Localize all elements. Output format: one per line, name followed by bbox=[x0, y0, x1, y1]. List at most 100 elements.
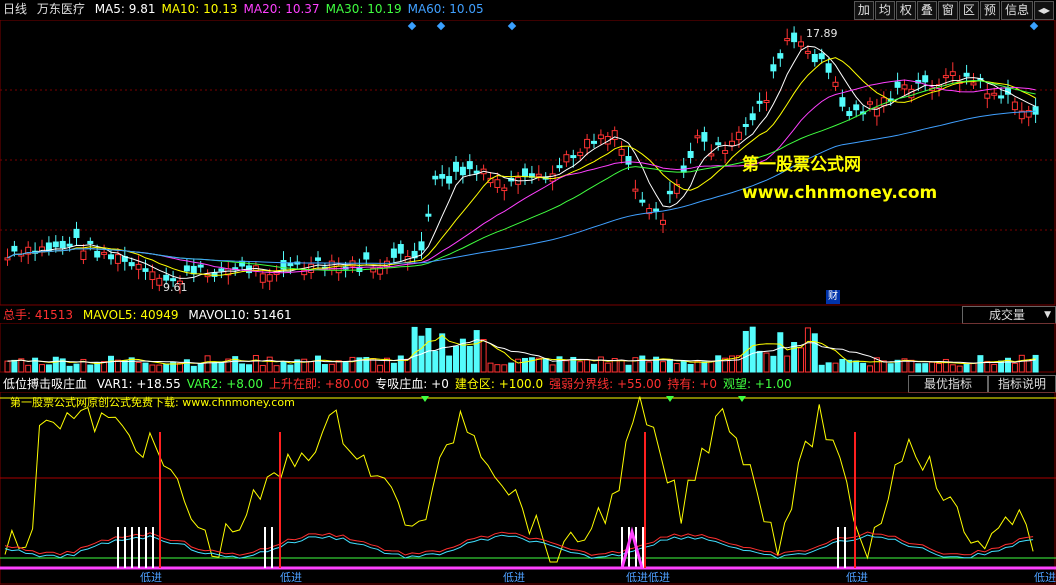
indicator-chart[interactable] bbox=[0, 392, 1056, 585]
candle-body bbox=[908, 88, 915, 99]
volume-bar bbox=[25, 364, 32, 373]
candle-body bbox=[839, 97, 846, 107]
candle-body bbox=[798, 41, 804, 47]
candle-body bbox=[963, 72, 970, 77]
ma-info-bar: 日线 万东医疗 MA5: 9.81 MA10: 10.13 MA20: 10.37 M… bbox=[3, 1, 496, 17]
indicator-value-4: 建仓区: +100.0 bbox=[454, 377, 544, 391]
volume-bar bbox=[646, 361, 653, 373]
volume-bar bbox=[618, 359, 625, 373]
volume-bar bbox=[66, 365, 73, 373]
volume-bar bbox=[45, 364, 52, 373]
peak-triangle-0 bbox=[421, 396, 429, 402]
candle-body bbox=[501, 187, 508, 192]
toolbar-button-adjust[interactable]: 加 bbox=[853, 1, 874, 20]
volume-bar bbox=[177, 362, 183, 373]
high-price-label: 17.89 bbox=[806, 27, 838, 40]
candle-body bbox=[922, 75, 929, 83]
candle-body bbox=[818, 53, 825, 60]
candle-body bbox=[653, 208, 660, 212]
candle-body bbox=[390, 248, 397, 258]
volume-bar bbox=[798, 347, 804, 373]
volume-bar bbox=[749, 326, 756, 373]
candle-body bbox=[128, 262, 135, 267]
volume-bar bbox=[135, 361, 142, 373]
volume-bar bbox=[121, 360, 128, 373]
indicator-panel-border bbox=[0, 392, 1056, 585]
candle-body bbox=[949, 71, 956, 76]
watermark-url: www.chnmoney.com bbox=[742, 183, 938, 203]
total-volume-value: 41513 bbox=[34, 308, 74, 322]
indicator-help-button[interactable]: 指标说明 bbox=[988, 375, 1056, 393]
toolbar-button-rights[interactable]: 权 bbox=[895, 1, 916, 20]
volume-bar bbox=[466, 345, 473, 373]
signal-diamond-2 bbox=[507, 21, 517, 31]
toolbar-button-arrows[interactable]: ◂▸ bbox=[1033, 1, 1054, 20]
indicator-value-5: 强弱分界线: +55.00 bbox=[549, 377, 662, 391]
candle-body bbox=[639, 199, 646, 203]
volume-bar bbox=[321, 364, 328, 373]
candle-body bbox=[266, 274, 273, 282]
candle-body bbox=[1032, 106, 1039, 115]
candle-body bbox=[804, 50, 811, 54]
stock-name: 万东医疗 bbox=[36, 2, 85, 16]
ma30-line bbox=[7, 79, 1036, 271]
volume-bar bbox=[183, 359, 190, 373]
candle-body bbox=[1011, 101, 1018, 111]
indicator-value-6: 持有: +0 bbox=[667, 377, 717, 391]
ma-value-0: MA5: 9.81 bbox=[94, 2, 156, 16]
candle-body bbox=[108, 254, 114, 260]
toolbar-button-info[interactable]: 信息 bbox=[1000, 1, 1033, 20]
candle-body bbox=[101, 251, 108, 255]
volume-indicator-select[interactable]: 成交量 ▼ bbox=[962, 306, 1056, 324]
candle-body bbox=[770, 64, 777, 72]
candle-body bbox=[556, 165, 563, 169]
volume-bar bbox=[501, 364, 508, 373]
volume-bar bbox=[163, 363, 170, 373]
candle-body bbox=[218, 268, 225, 272]
candle-body bbox=[73, 228, 80, 238]
volume-bar bbox=[680, 360, 687, 373]
volume-bar bbox=[259, 364, 266, 373]
candle-body bbox=[749, 113, 756, 121]
signal-diamond-0 bbox=[407, 21, 417, 31]
volume-bar bbox=[639, 355, 646, 373]
candle-body bbox=[87, 240, 94, 244]
period-label: 日线 bbox=[3, 2, 28, 16]
candle-body bbox=[984, 93, 991, 99]
candle-body bbox=[66, 243, 73, 247]
low-price-label: 9.61 bbox=[163, 281, 188, 294]
candle-body bbox=[163, 274, 170, 281]
best-indicator-button[interactable]: 最优指标 bbox=[908, 375, 988, 393]
volume-bar bbox=[880, 360, 887, 373]
volume-bar bbox=[494, 364, 501, 373]
indicator-value-7: 观望: +1.00 bbox=[722, 377, 792, 391]
toolbar-button-forecast[interactable]: 预 bbox=[979, 1, 1000, 20]
volume-bar bbox=[1018, 354, 1025, 373]
candle-body bbox=[570, 155, 577, 159]
candle-body bbox=[970, 82, 977, 86]
volume-bar bbox=[818, 364, 825, 373]
financial-report-marker[interactable]: 财 bbox=[826, 290, 840, 304]
volume-chart[interactable] bbox=[0, 323, 1056, 373]
candlestick-chart[interactable] bbox=[0, 20, 1056, 306]
candle-body bbox=[853, 104, 860, 111]
indicator-watermark: 第一股票公式网原创公式免费下载: www.chnmoney.com bbox=[10, 396, 295, 409]
toolbar-button-overlay[interactable]: 叠 bbox=[916, 1, 937, 20]
volume-bar bbox=[315, 355, 321, 373]
candle-body bbox=[190, 265, 197, 275]
volume-bar bbox=[632, 357, 639, 373]
volume-bar bbox=[715, 355, 722, 373]
candle-body bbox=[715, 142, 722, 146]
toolbar-button-average[interactable]: 均 bbox=[874, 1, 895, 20]
toolbar-button-range[interactable]: 区 bbox=[958, 1, 979, 20]
volume-bar bbox=[439, 333, 446, 373]
toolbar-button-window[interactable]: 窗 bbox=[937, 1, 958, 20]
volume-bar bbox=[87, 364, 94, 373]
candle-body bbox=[418, 241, 425, 251]
volume-bar bbox=[542, 358, 549, 373]
volume-bar bbox=[825, 362, 832, 373]
ma-value-3: MA30: 10.19 bbox=[325, 2, 402, 16]
buy-signal-label-1: 低进 bbox=[280, 571, 302, 584]
volume-bar bbox=[473, 330, 480, 373]
ma5-line bbox=[7, 45, 1036, 279]
